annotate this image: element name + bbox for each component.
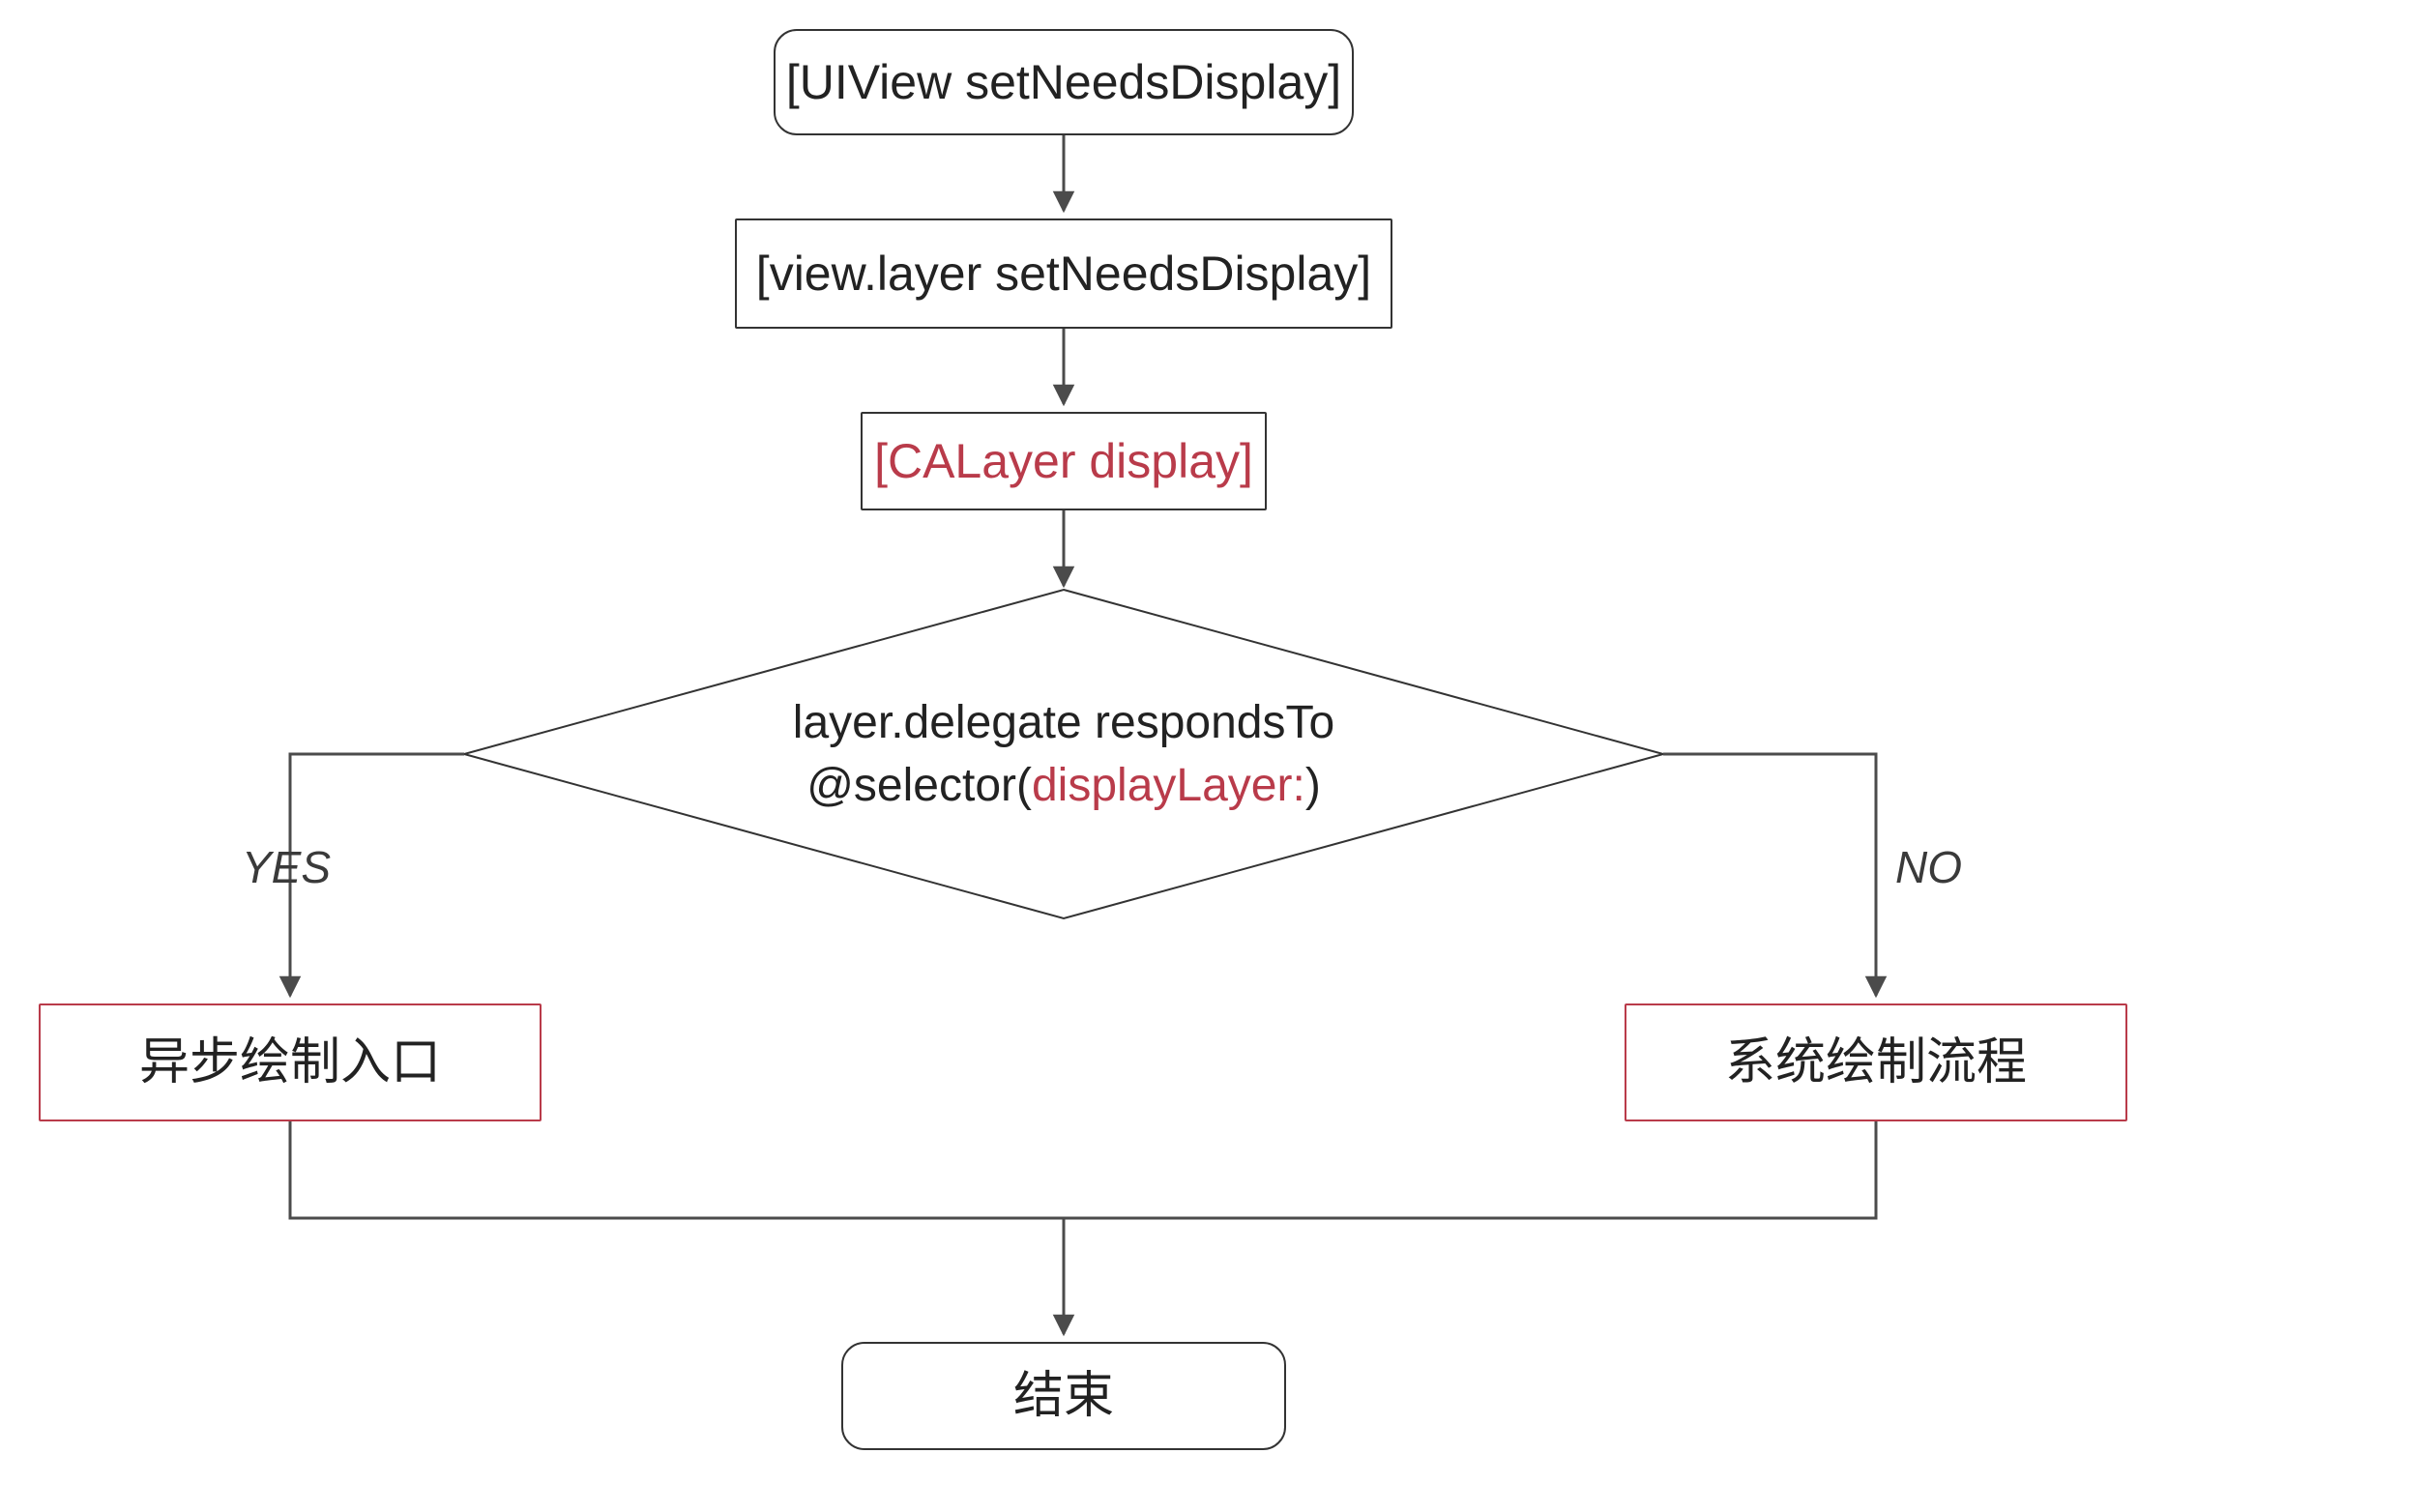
label-no: NO	[1895, 841, 1962, 893]
decision-suffix: )	[1305, 760, 1321, 811]
node-text: 异步绘制入口	[139, 1032, 441, 1094]
no-text: NO	[1895, 842, 1962, 892]
node-async-draw-entry: 异步绘制入口	[39, 1003, 542, 1121]
decision-prefix: @selector(	[806, 760, 1032, 811]
label-yes: YES	[242, 841, 331, 893]
node-text: 系统绘制流程	[1725, 1032, 2027, 1094]
node-text: [view.layer setNeedsDisplay]	[756, 244, 1371, 305]
decision-line1: layer.delegate respondsTo	[677, 692, 1450, 755]
decision-method: displayLayer:	[1032, 760, 1305, 811]
node-text: [CALayer display]	[874, 431, 1253, 492]
node-uiview-setneedsdisplay: [UIView setNeedsDisplay]	[774, 29, 1354, 135]
node-layer-setneedsdisplay: [view.layer setNeedsDisplay]	[735, 218, 1392, 329]
node-calayer-display: [CALayer display]	[861, 412, 1267, 510]
decision-text: layer.delegate respondsTo @selector(disp…	[677, 692, 1450, 818]
node-system-draw-flow: 系统绘制流程	[1625, 1003, 2127, 1121]
node-text: [UIView setNeedsDisplay]	[786, 52, 1341, 113]
edge-yes-merge	[290, 1121, 1064, 1218]
flowchart-canvas: [UIView setNeedsDisplay] [view.layer set…	[0, 0, 2431, 1512]
decision-line2: @selector(displayLayer:)	[677, 755, 1450, 818]
edge-no-merge	[1064, 1121, 1876, 1218]
edge-decision-no	[1663, 754, 1876, 996]
node-end: 结束	[841, 1342, 1286, 1450]
node-text: 结束	[1013, 1365, 1114, 1428]
yes-text: YES	[242, 842, 331, 892]
